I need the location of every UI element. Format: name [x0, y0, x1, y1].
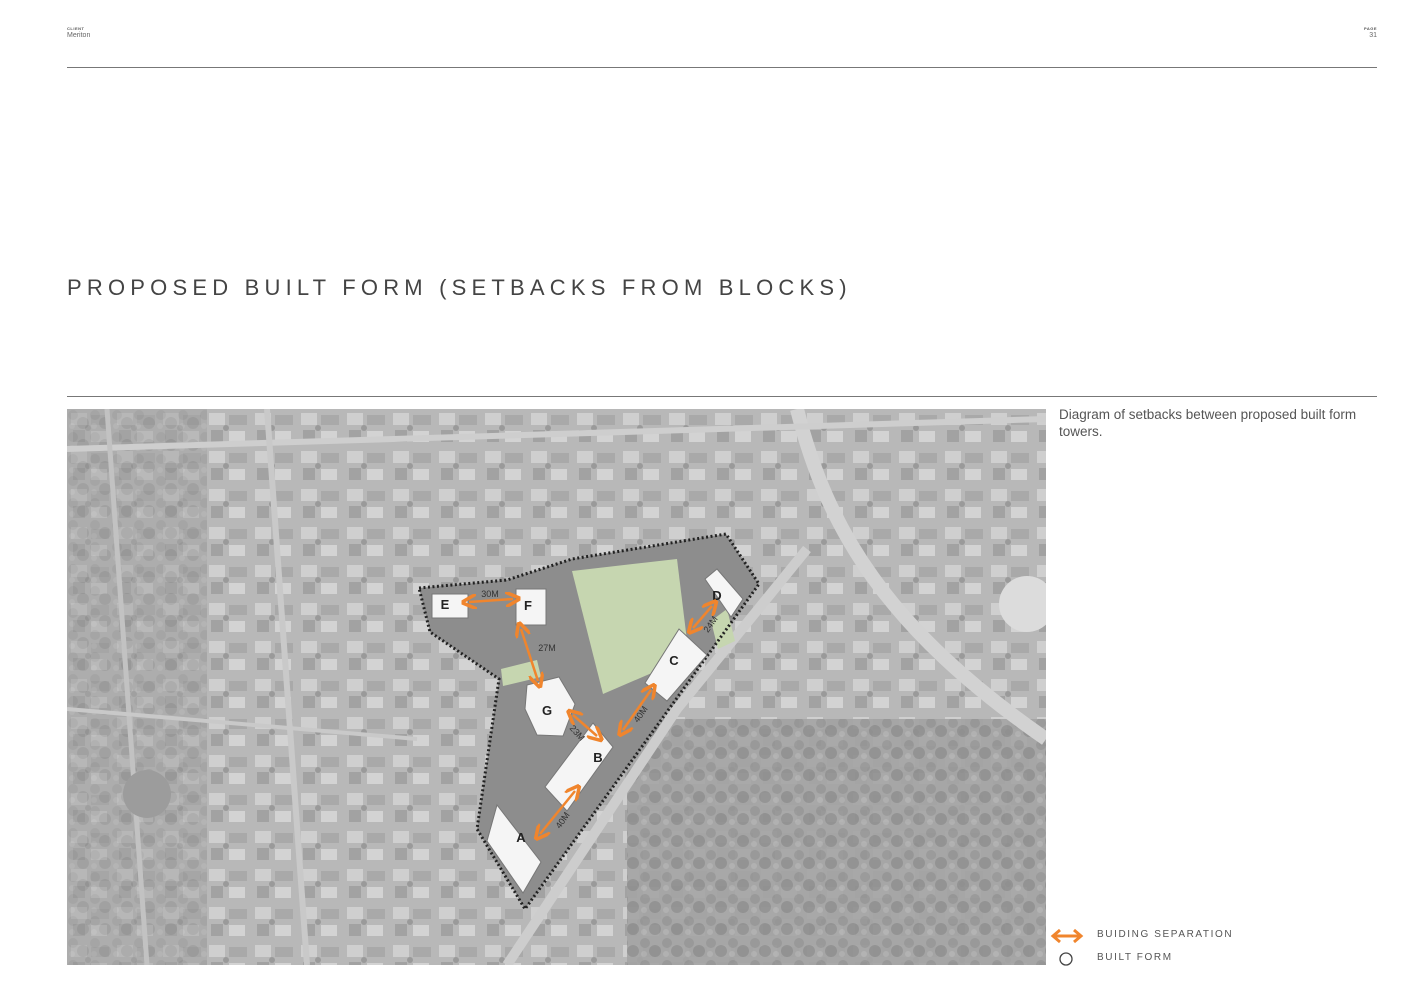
page-label: PAGE — [1363, 26, 1377, 31]
building-label-d: D — [712, 588, 721, 603]
site-map: E F G B C D A 30M 27M 23M 40M 24M 40M — [67, 409, 1046, 965]
section-divider — [67, 396, 1377, 397]
separation-arrow-icon — [1050, 928, 1084, 944]
building-label-e: E — [441, 597, 450, 612]
separation-label-e-f: 30M — [481, 589, 499, 599]
legend-built-form-label: BUILT FORM — [1097, 952, 1173, 963]
building-label-b: B — [593, 750, 602, 765]
building-label-f: F — [524, 598, 532, 613]
building-e — [431, 593, 469, 619]
built-form-circle-icon — [1059, 952, 1073, 966]
building-label-c: C — [669, 653, 679, 668]
legend-separation-label: BUIDING SEPARATION — [1097, 929, 1234, 940]
building-label-a: A — [516, 830, 526, 845]
map-caption: Diagram of setbacks between proposed bui… — [1059, 407, 1357, 439]
page-number: 31 — [1369, 32, 1377, 39]
page-title: PROPOSED BUILT FORM (SETBACKS FROM BLOCK… — [67, 274, 852, 300]
header-divider — [67, 67, 1377, 68]
building-label-g: G — [542, 703, 552, 718]
client-label: CLIENT — [67, 26, 85, 31]
client-value: Meriton — [67, 32, 91, 39]
separation-label-f-g: 27M — [538, 643, 556, 653]
